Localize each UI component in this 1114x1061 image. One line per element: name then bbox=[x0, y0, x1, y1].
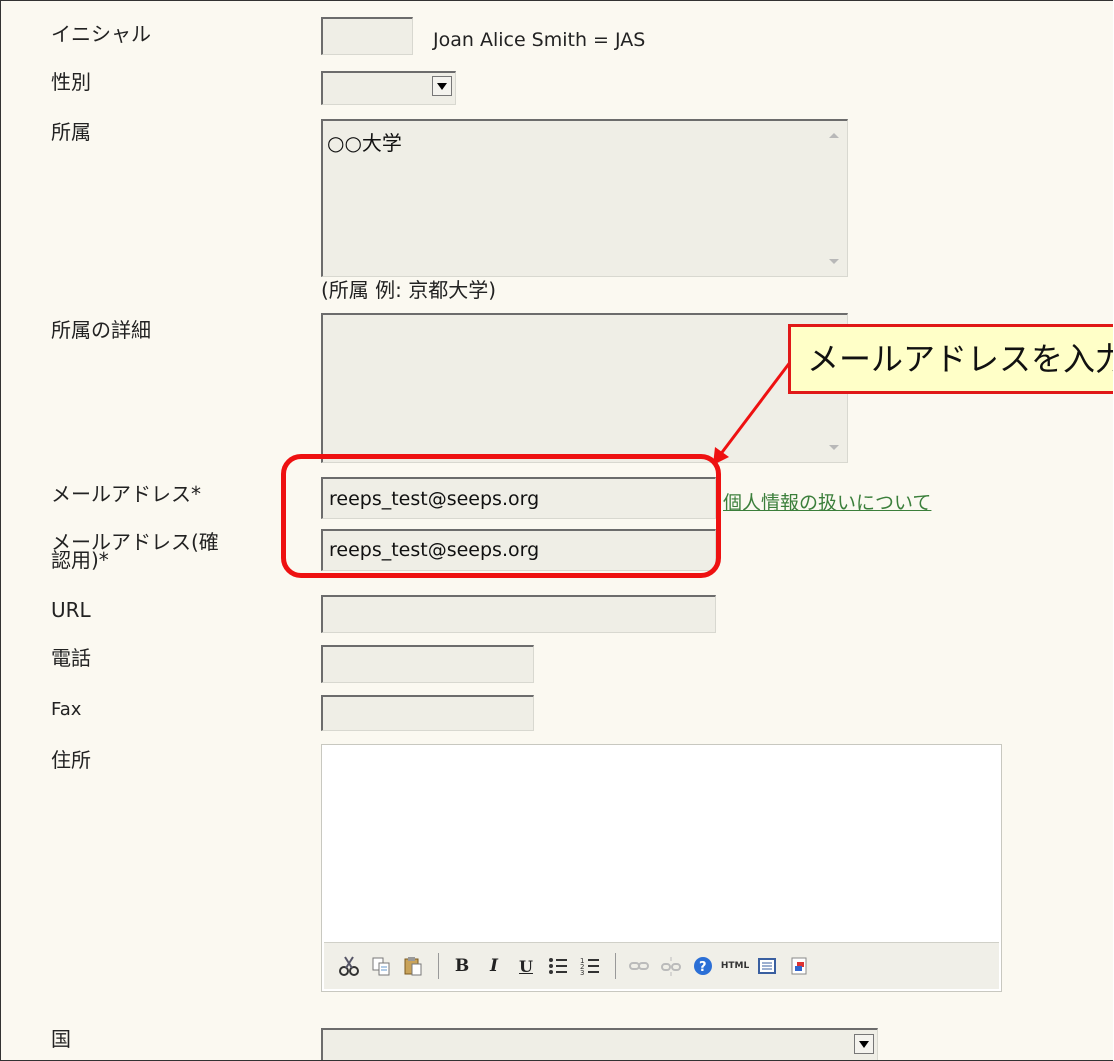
bold-icon[interactable]: B bbox=[447, 951, 477, 981]
initials-hint: Joan Alice Smith = JAS bbox=[433, 29, 646, 51]
affiliation-hint: (所属 例: 京都大学) bbox=[321, 278, 497, 302]
paste-icon[interactable] bbox=[398, 951, 428, 981]
gender-select[interactable] bbox=[321, 71, 456, 105]
url-label: URL bbox=[51, 598, 91, 622]
email-confirm-label: メールアドレス(確 認用)* bbox=[51, 532, 219, 570]
country-label: 国 bbox=[51, 1027, 71, 1051]
affiliation-value: ○○大学 bbox=[327, 131, 402, 155]
toolbar-separator bbox=[615, 953, 616, 979]
email-label: メールアドレス* bbox=[51, 482, 201, 506]
help-icon[interactable]: ? bbox=[688, 951, 718, 981]
initials-label: イニシャル bbox=[51, 22, 151, 46]
fax-field[interactable] bbox=[321, 695, 534, 731]
affiliation-textarea[interactable]: ○○大学 bbox=[321, 119, 848, 277]
unlink-icon[interactable] bbox=[656, 951, 686, 981]
affiliation-detail-label: 所属の詳細 bbox=[51, 318, 151, 342]
underline-icon[interactable]: U bbox=[511, 951, 541, 981]
bullet-list-icon[interactable] bbox=[543, 951, 573, 981]
privacy-policy-link[interactable]: 個人情報の扱いについて bbox=[723, 488, 931, 515]
address-editor[interactable]: B I U 123 ? HTML bbox=[321, 744, 1002, 992]
svg-text:3: 3 bbox=[580, 969, 584, 977]
initials-input[interactable] bbox=[321, 17, 413, 55]
color-icon[interactable] bbox=[784, 951, 814, 981]
callout-box: メールアドレスを入力 bbox=[788, 324, 1113, 394]
affiliation-label: 所属 bbox=[51, 120, 91, 144]
phone-label: 電話 bbox=[51, 646, 91, 670]
copy-icon[interactable] bbox=[366, 951, 396, 981]
address-label: 住所 bbox=[51, 748, 91, 772]
country-select[interactable] bbox=[321, 1028, 878, 1060]
toolbar-separator bbox=[438, 953, 439, 979]
url-field[interactable] bbox=[321, 595, 716, 633]
italic-icon[interactable]: I bbox=[479, 951, 509, 981]
html-icon[interactable]: HTML bbox=[720, 951, 750, 981]
editor-toolbar: B I U 123 ? HTML bbox=[324, 942, 999, 989]
chevron-down-icon[interactable] bbox=[854, 1034, 874, 1054]
highlight-box bbox=[281, 454, 721, 578]
source-icon[interactable] bbox=[752, 951, 782, 981]
link-icon[interactable] bbox=[624, 951, 654, 981]
fax-label: Fax bbox=[51, 699, 82, 720]
chevron-down-icon[interactable] bbox=[432, 76, 452, 96]
cut-icon[interactable] bbox=[334, 951, 364, 981]
phone-field[interactable] bbox=[321, 645, 534, 683]
registration-form: イニシャル Joan Alice Smith = JAS 性別 所属 ○○大学 … bbox=[0, 0, 1113, 1061]
numbered-list-icon[interactable]: 123 bbox=[575, 951, 605, 981]
affiliation-detail-textarea[interactable] bbox=[321, 313, 848, 463]
gender-label: 性別 bbox=[51, 70, 91, 94]
svg-text:?: ? bbox=[699, 960, 707, 975]
scrollbar[interactable] bbox=[821, 121, 847, 276]
